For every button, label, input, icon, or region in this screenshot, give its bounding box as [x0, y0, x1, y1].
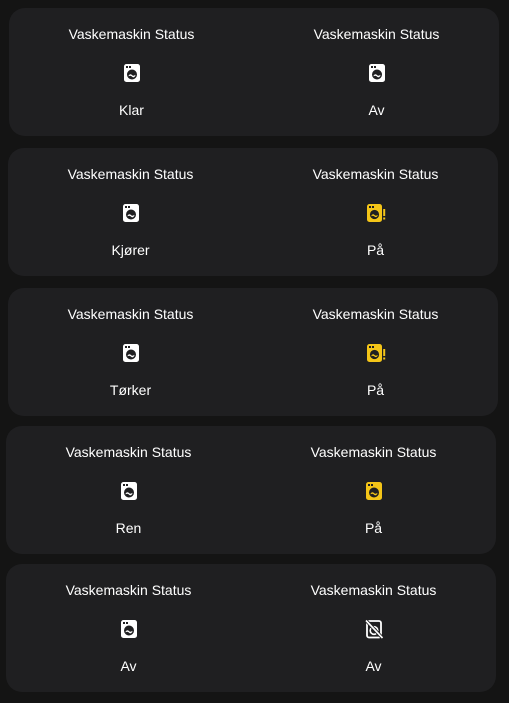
washing-machine-on-icon — [364, 481, 384, 501]
tile-state: På — [366, 382, 385, 398]
tile-state: På — [364, 520, 383, 536]
tile-title: Vaskemaskin Status — [310, 444, 437, 460]
tile-state: På — [366, 242, 385, 258]
washer-status-tile[interactable]: Vaskemaskin Status Kjører — [8, 148, 253, 276]
washing-machine-icon — [119, 619, 139, 639]
washer-status-tile[interactable]: Vaskemaskin Status På — [253, 148, 498, 276]
status-card-2: Vaskemaskin Status Kjører Vaskemaskin St… — [8, 148, 498, 276]
washing-machine-icon — [122, 63, 142, 83]
washing-machine-icon — [367, 63, 387, 83]
washing-machine-icon — [121, 343, 141, 363]
washer-status-tile[interactable]: Vaskemaskin Status Av — [254, 8, 499, 136]
tile-title: Vaskemaskin Status — [313, 26, 440, 42]
washer-status-tile[interactable]: Vaskemaskin Status På — [251, 426, 496, 554]
tile-state: Klar — [119, 102, 144, 118]
washer-status-tile[interactable]: Vaskemaskin Status Ren — [6, 426, 251, 554]
tile-title: Vaskemaskin Status — [67, 166, 194, 182]
tile-title: Vaskemaskin Status — [312, 166, 439, 182]
tile-state: Ren — [115, 520, 142, 536]
tile-title: Vaskemaskin Status — [68, 26, 195, 42]
washer-status-tile[interactable]: Vaskemaskin Status På — [253, 288, 498, 416]
tile-state: Av — [120, 658, 137, 674]
tile-title: Vaskemaskin Status — [312, 306, 439, 322]
washer-status-tile[interactable]: Vaskemaskin Status Av — [251, 564, 496, 692]
tile-state: Tørker — [109, 382, 152, 398]
washing-machine-icon — [121, 203, 141, 223]
status-card-4: Vaskemaskin Status Ren Vaskemaskin Statu… — [6, 426, 496, 554]
washer-status-tile[interactable]: Vaskemaskin Status Tørker — [8, 288, 253, 416]
status-card-5: Vaskemaskin Status Av Vaskemaskin Status… — [6, 564, 496, 692]
tile-title: Vaskemaskin Status — [67, 306, 194, 322]
washing-machine-off-icon — [364, 619, 384, 639]
status-card-1: Vaskemaskin Status Klar Vaskemaskin Stat… — [9, 8, 499, 136]
washer-status-tile[interactable]: Vaskemaskin Status Klar — [9, 8, 254, 136]
washing-machine-alert-icon — [366, 343, 386, 363]
tile-state: Kjører — [111, 242, 150, 258]
tile-title: Vaskemaskin Status — [65, 444, 192, 460]
washing-machine-icon — [119, 481, 139, 501]
washer-status-tile[interactable]: Vaskemaskin Status Av — [6, 564, 251, 692]
tile-state: Av — [365, 658, 382, 674]
washing-machine-alert-icon — [366, 203, 386, 223]
tile-title: Vaskemaskin Status — [65, 582, 192, 598]
status-card-3: Vaskemaskin Status Tørker Vaskemaskin St… — [8, 288, 498, 416]
tile-state: Av — [368, 102, 385, 118]
tile-title: Vaskemaskin Status — [310, 582, 437, 598]
